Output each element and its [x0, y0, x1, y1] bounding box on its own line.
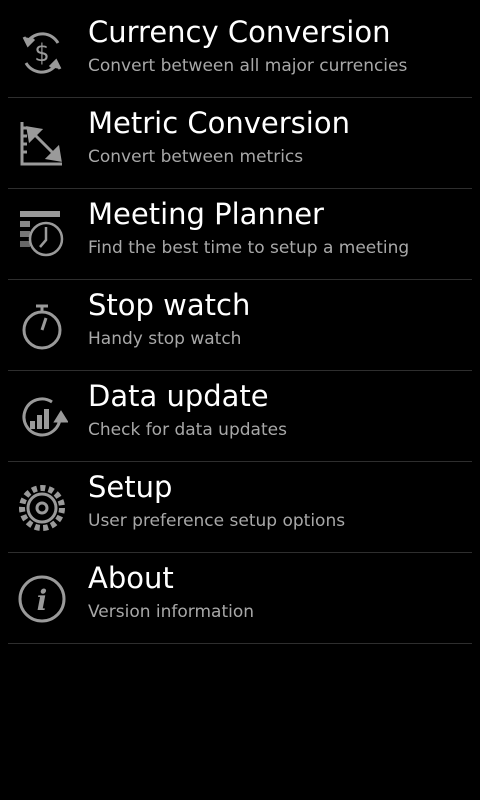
menu-item-title: Data update — [88, 379, 269, 413]
currency-exchange-icon: $ — [22, 32, 62, 74]
menu-item-data-update[interactable]: Data update Check for data updates — [8, 371, 472, 462]
menu-item-title: Setup — [88, 470, 173, 504]
menu-item-stop-watch[interactable]: Stop watch Handy stop watch — [8, 280, 472, 371]
menu-item-subtitle: Version information — [88, 602, 255, 622]
svg-text:$: $ — [34, 39, 49, 67]
menu-item-metric-conversion[interactable]: Metric Conversion Convert between metric… — [8, 98, 472, 189]
menu-item-title: Metric Conversion — [88, 106, 350, 140]
gear-icon — [19, 485, 65, 531]
info-icon: i — [18, 575, 66, 623]
menu-item-subtitle: Check for data updates — [88, 420, 287, 440]
metric-ruler-icon — [20, 122, 62, 166]
menu-item-about[interactable]: i About Version information — [8, 553, 472, 644]
stopwatch-icon — [22, 304, 62, 350]
calendar-clock-icon — [20, 211, 64, 257]
menu-item-title: About — [88, 561, 174, 595]
menu-item-currency-conversion[interactable]: $ Currency Conversion Convert between al… — [8, 7, 472, 98]
data-update-icon — [22, 397, 68, 437]
menu-item-subtitle: Handy stop watch — [88, 329, 242, 349]
menu-item-meeting-planner[interactable]: Meeting Planner Find the best time to se… — [8, 189, 472, 280]
menu-item-subtitle: User preference setup options — [88, 511, 346, 531]
menu-list: $ Currency Conversion Convert between al… — [8, 7, 472, 644]
menu-item-title: Meeting Planner — [88, 197, 324, 231]
menu-item-subtitle: Convert between all major currencies — [88, 56, 408, 76]
svg-text:i: i — [37, 584, 48, 617]
menu-item-subtitle: Convert between metrics — [88, 147, 304, 167]
menu-item-subtitle: Find the best time to setup a meeting — [88, 238, 410, 258]
menu-item-title: Stop watch — [88, 288, 251, 322]
menu-item-title: Currency Conversion — [88, 15, 391, 49]
menu-item-setup[interactable]: Setup User preference setup options — [8, 462, 472, 553]
